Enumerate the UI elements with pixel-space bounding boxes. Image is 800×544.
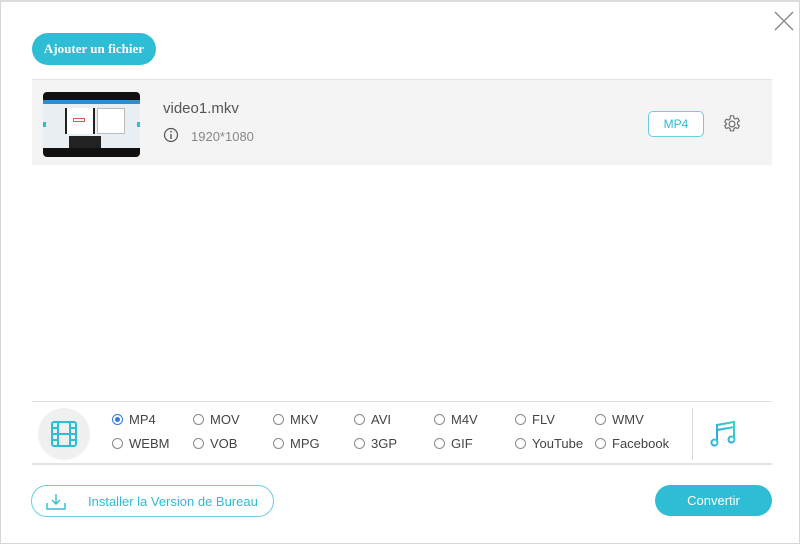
format-selection-panel: MP4 MOV MKV AVI M4V FLV WMV WEBM VOB MPG… — [32, 401, 772, 465]
radio-m4v[interactable] — [434, 413, 445, 425]
radio-flv[interactable] — [515, 413, 526, 425]
format-option-flv[interactable]: FLV — [515, 410, 555, 428]
gear-icon[interactable] — [721, 113, 743, 135]
format-options: MP4 MOV MKV AVI M4V FLV WMV WEBM VOB MPG… — [110, 410, 690, 460]
radio-mpg[interactable] — [273, 437, 284, 449]
format-label: MPG — [290, 435, 320, 451]
radio-mkv[interactable] — [273, 413, 284, 425]
radio-avi[interactable] — [354, 413, 365, 425]
video-format-tab[interactable] — [38, 408, 90, 460]
format-label: MKV — [290, 411, 319, 427]
format-option-webm[interactable]: WEBM — [112, 434, 169, 452]
format-label: WMV — [612, 411, 644, 427]
radio-mp4[interactable] — [112, 413, 123, 425]
format-label: WEBM — [129, 435, 170, 451]
format-option-m4v[interactable]: M4V — [434, 410, 478, 428]
radio-3gp[interactable] — [354, 437, 365, 449]
radio-facebook[interactable] — [595, 437, 606, 449]
video-thumbnail — [43, 92, 140, 157]
download-icon — [46, 494, 66, 510]
format-label: M4V — [451, 411, 478, 427]
add-file-button[interactable]: Ajouter un fichier — [32, 33, 156, 65]
format-option-vob[interactable]: VOB — [193, 434, 237, 452]
format-option-mov[interactable]: MOV — [193, 410, 240, 428]
install-label: Installer la Version de Bureau — [88, 494, 258, 509]
format-option-mpg[interactable]: MPG — [273, 434, 320, 452]
file-list-item: video1.mkv 1920*1080 MP4 — [32, 79, 772, 165]
converter-window: Ajouter un fichier video1.mkv 1920*1080 … — [0, 0, 800, 544]
film-icon — [51, 421, 77, 447]
format-label: AVI — [371, 411, 391, 427]
format-label: VOB — [210, 435, 238, 451]
format-option-youtube[interactable]: YouTube — [515, 434, 583, 452]
music-note-icon — [710, 420, 736, 447]
convert-button[interactable]: Convertir — [655, 485, 772, 516]
format-label: YouTube — [532, 435, 584, 451]
format-option-3gp[interactable]: 3GP — [354, 434, 397, 452]
close-button[interactable] — [773, 10, 795, 32]
radio-vob[interactable] — [193, 437, 204, 449]
format-label: GIF — [451, 435, 473, 451]
file-name: video1.mkv — [163, 100, 239, 117]
radio-webm[interactable] — [112, 437, 123, 449]
radio-youtube[interactable] — [515, 437, 526, 449]
close-icon — [774, 11, 794, 31]
install-desktop-version-button[interactable]: Installer la Version de Bureau — [31, 485, 274, 517]
format-label: FLV — [532, 411, 555, 427]
format-label: MP4 — [129, 411, 156, 427]
format-label: MOV — [210, 411, 240, 427]
radio-mov[interactable] — [193, 413, 204, 425]
format-option-mp4[interactable]: MP4 — [112, 410, 156, 428]
radio-gif[interactable] — [434, 437, 445, 449]
audio-format-tab[interactable] — [708, 418, 740, 450]
info-icon[interactable] — [163, 127, 179, 143]
format-option-mkv[interactable]: MKV — [273, 410, 318, 428]
file-resolution: 1920*1080 — [191, 129, 254, 144]
format-option-gif[interactable]: GIF — [434, 434, 473, 452]
radio-wmv[interactable] — [595, 413, 606, 425]
format-option-wmv[interactable]: WMV — [595, 410, 644, 428]
format-option-facebook[interactable]: Facebook — [595, 434, 669, 452]
output-format-button[interactable]: MP4 — [648, 111, 704, 137]
format-option-avi[interactable]: AVI — [354, 410, 391, 428]
panel-divider — [692, 408, 693, 460]
format-label: 3GP — [371, 435, 398, 451]
format-label: Facebook — [612, 435, 670, 451]
